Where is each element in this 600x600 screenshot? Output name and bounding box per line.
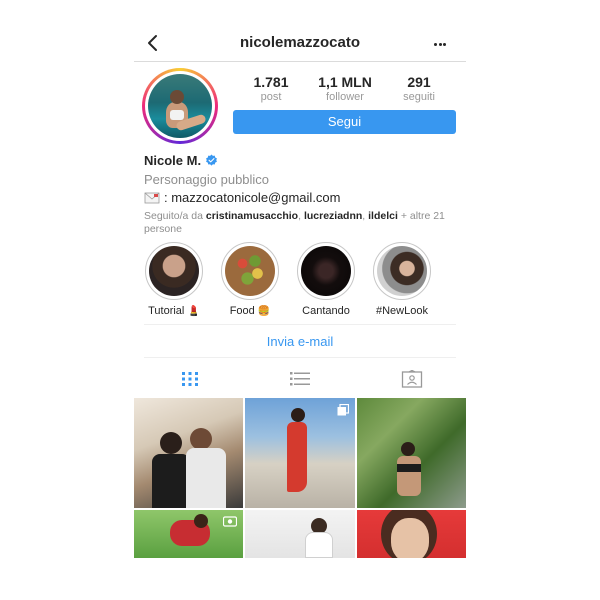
bio-email[interactable]: : mazzocatonicole@gmail.com: [164, 190, 340, 205]
post-grid: [134, 398, 466, 558]
followers-count: 1,1 MLN: [318, 74, 372, 90]
profile-tabs: [134, 364, 466, 394]
follow-button[interactable]: Segui: [233, 110, 456, 134]
highlight-label: Food: [229, 305, 255, 317]
lipstick-icon: 💄: [187, 306, 200, 317]
profile-category: Personaggio pubblico: [144, 172, 270, 187]
send-email-button[interactable]: Invia e-mail: [267, 334, 333, 349]
post-thumbnail[interactable]: [245, 398, 355, 508]
following-label: seguiti: [403, 91, 435, 103]
post-thumbnail[interactable]: [357, 398, 466, 508]
bio-section: Nicole M. Personaggio pubblico : mazzoca…: [144, 152, 459, 236]
posts-count: 1.781: [253, 74, 289, 90]
following-count: 291: [407, 74, 431, 90]
post-thumbnail[interactable]: [245, 510, 355, 558]
highlight-food[interactable]: Food 🍔: [218, 242, 282, 317]
followed-prefix: Seguito/a da: [144, 210, 206, 222]
posts-label: post: [260, 91, 282, 103]
highlight-tutorial[interactable]: Tutorial 💄: [142, 242, 206, 317]
post-thumbnail[interactable]: [134, 398, 243, 508]
follower-name: ildelci: [368, 210, 398, 222]
top-bar: nicolemazzocato: [134, 24, 466, 62]
follower-name: lucreziadnn: [303, 210, 363, 222]
highlight-cantando[interactable]: Cantando: [294, 242, 358, 317]
stat-followers[interactable]: 1,1 MLN follower: [310, 74, 380, 106]
burger-icon: 🍔: [257, 306, 271, 317]
video-camera-icon: [223, 516, 237, 527]
multiple-photos-icon: [337, 404, 349, 416]
contact-row: Invia e-mail: [144, 324, 456, 358]
story-highlights: Tutorial 💄 Food 🍔 Cantando #NewLook: [134, 242, 466, 322]
tagged-icon[interactable]: [400, 370, 424, 388]
highlight-newlook[interactable]: #NewLook: [370, 242, 434, 317]
profile-username: nicolemazzocato: [239, 34, 361, 51]
profile-screen: nicolemazzocato 1.781 post 1,1 MLN follo…: [134, 24, 466, 558]
display-name: Nicole M.: [144, 153, 202, 168]
envelope-icon: [144, 192, 160, 203]
story-ring[interactable]: [142, 68, 218, 144]
verified-badge-icon: [206, 154, 217, 166]
highlight-label: Cantando: [302, 305, 350, 317]
highlight-label: Tutorial: [148, 305, 185, 317]
more-dots-icon[interactable]: [434, 36, 448, 50]
post-thumbnail[interactable]: [357, 510, 466, 558]
followers-label: follower: [326, 91, 364, 103]
avatar[interactable]: [148, 74, 212, 138]
highlight-label: #NewLook: [376, 305, 428, 317]
stat-following[interactable]: 291 seguiti: [384, 74, 454, 106]
list-icon[interactable]: [288, 370, 312, 388]
grid-icon[interactable]: [178, 370, 202, 388]
stat-posts[interactable]: 1.781 post: [236, 74, 306, 106]
post-thumbnail[interactable]: [134, 510, 243, 558]
followed-by[interactable]: Seguito/a da cristinamusacchio, lucrezia…: [144, 210, 459, 236]
follower-name: cristinamusacchio: [205, 210, 299, 222]
profile-stats: 1.781 post 1,1 MLN follower 291 seguiti: [234, 74, 456, 106]
